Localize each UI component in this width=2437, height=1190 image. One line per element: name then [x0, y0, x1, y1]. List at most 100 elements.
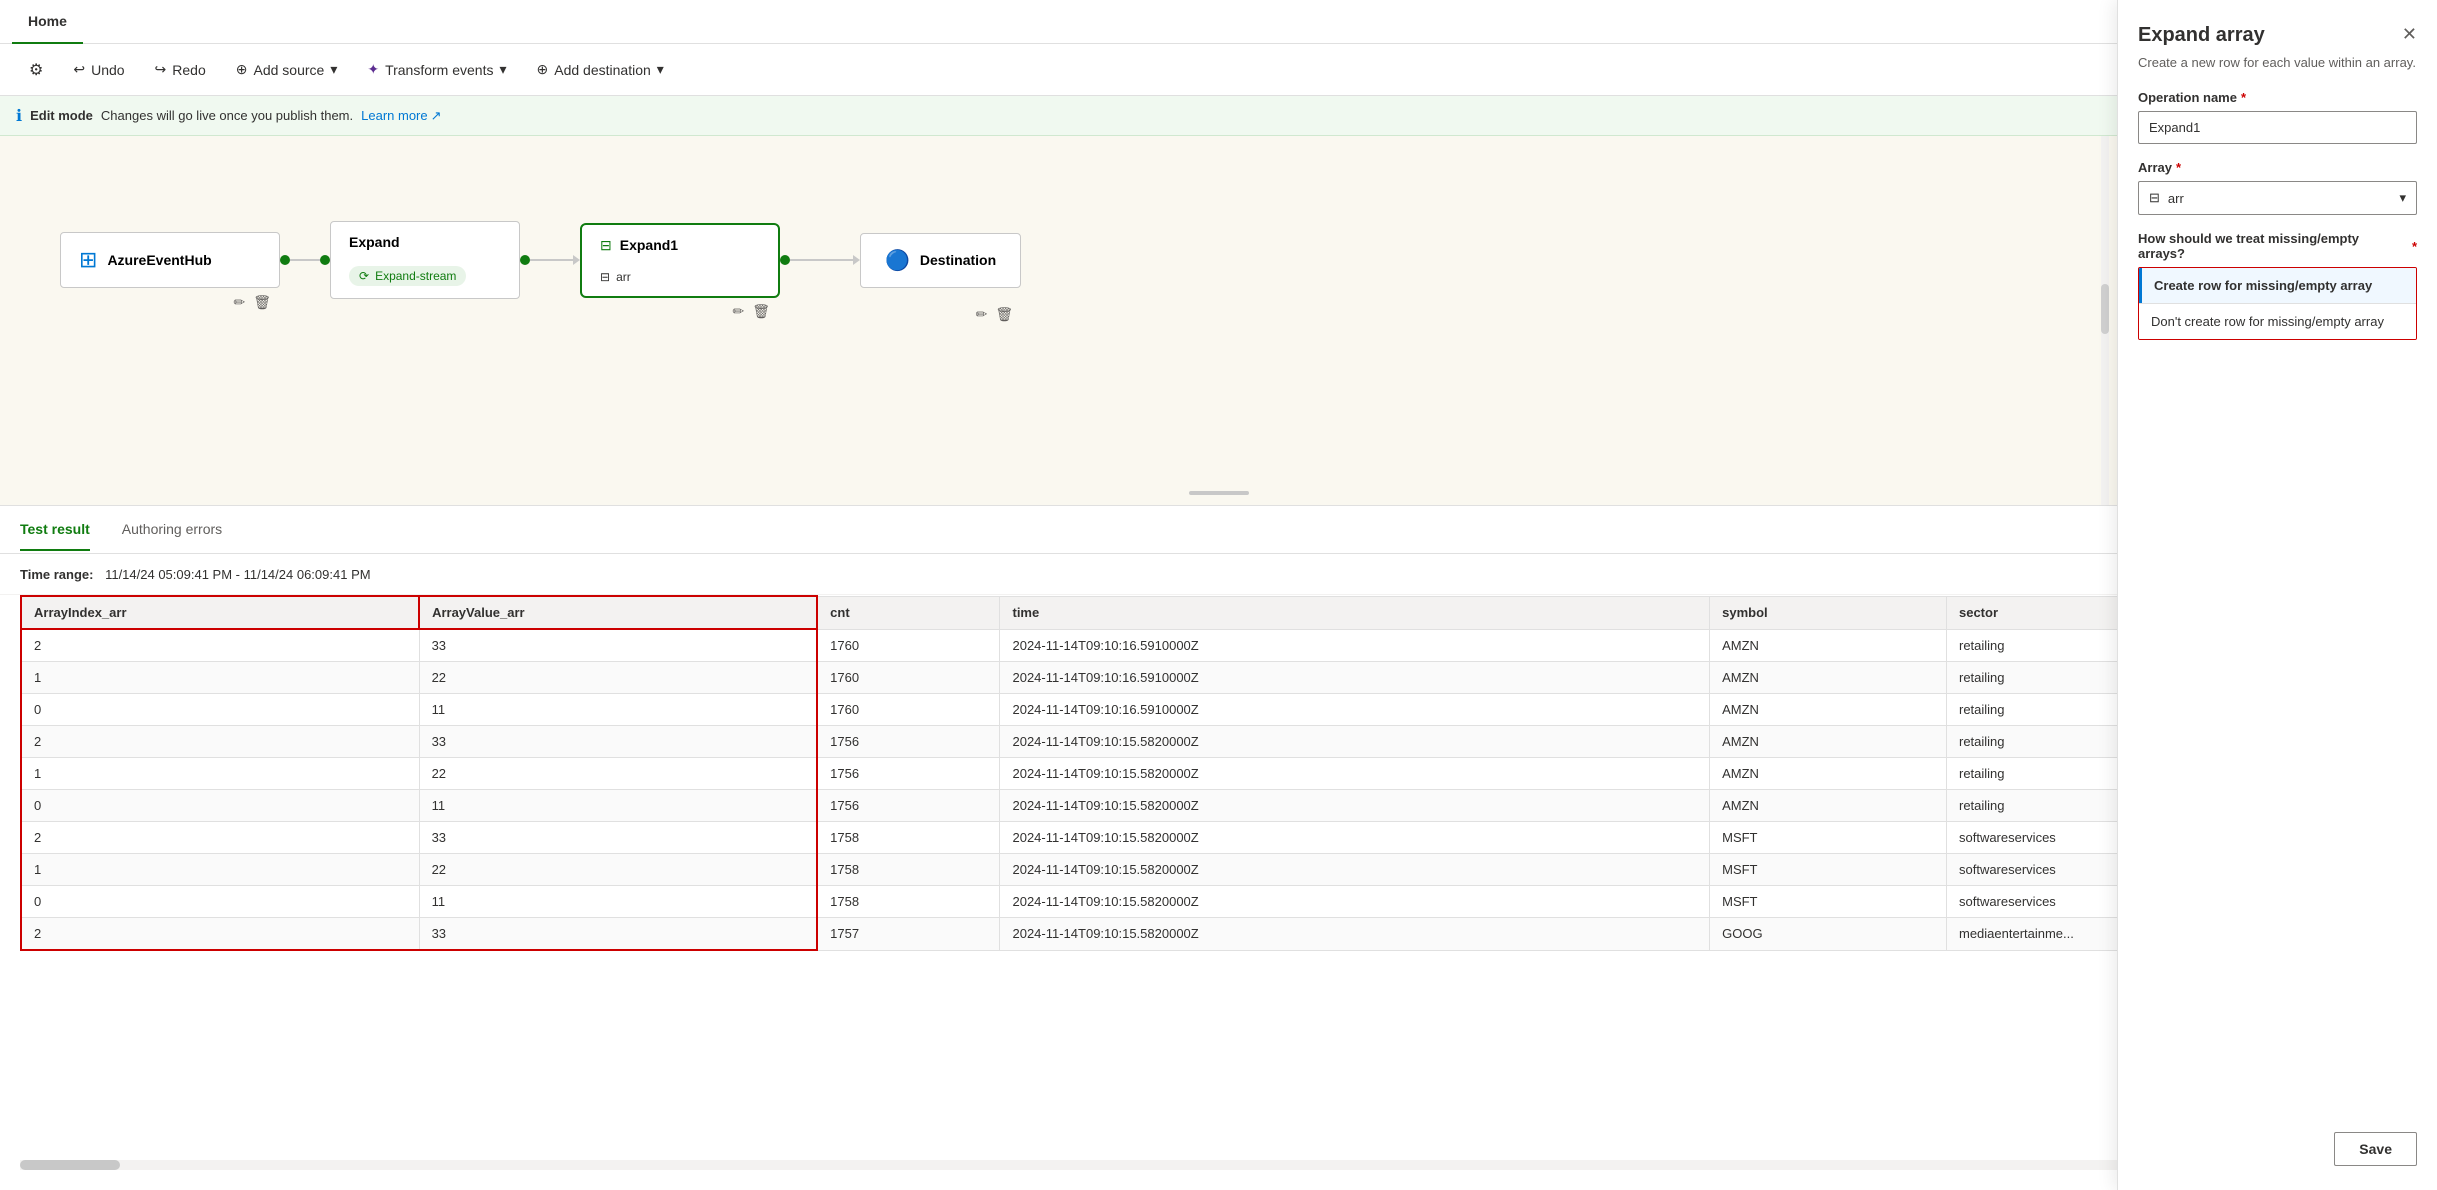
op-name-input[interactable] — [2138, 111, 2417, 144]
arr-icon: ⊟ — [600, 270, 610, 284]
tab-home[interactable]: Home — [12, 0, 83, 44]
table-cell: MSFT — [1710, 854, 1947, 886]
bottom-panel: Test result Authoring errors Last hour ▾… — [0, 506, 2437, 1190]
redo-button[interactable]: ↪ Redo — [142, 54, 219, 85]
save-button[interactable]: Save — [2334, 1132, 2417, 1166]
table-row: 23317602024-11-14T09:10:16.5910000ZAMZNr… — [21, 629, 2417, 662]
table-cell: 1760 — [817, 629, 1000, 662]
transform-events-button[interactable]: ✦ Transform events ▾ — [354, 54, 519, 85]
tabs-bar: Test result Authoring errors Last hour ▾… — [0, 506, 2437, 554]
undo-button[interactable]: ↩ Undo — [60, 54, 137, 85]
expand1-edit-btn[interactable]: ✏ — [732, 303, 744, 320]
table-row: 23317572024-11-14T09:10:15.5820000ZGOOGm… — [21, 918, 2417, 951]
missing-label: How should we treat missing/empty arrays… — [2138, 231, 2417, 261]
expand-label: Expand — [349, 234, 400, 250]
expand1-delete-btn[interactable]: 🗑 — [752, 303, 770, 320]
table-row: 12217562024-11-14T09:10:15.5820000ZAMZNr… — [21, 758, 2417, 790]
table-cell: AMZN — [1710, 662, 1947, 694]
right-panel: Expand array ✕ Create a new row for each… — [2117, 0, 2437, 1190]
info-desc: Changes will go live once you publish th… — [101, 108, 353, 123]
expand-stream-icon: ⟳ — [359, 269, 369, 283]
table-cell: 0 — [21, 694, 419, 726]
time-range-info: Time range: 11/14/24 05:09:41 PM - 11/14… — [20, 567, 371, 582]
table-cell: 2024-11-14T09:10:15.5820000Z — [1000, 758, 1710, 790]
table-cell: 1758 — [817, 886, 1000, 918]
table-cell: 2 — [21, 726, 419, 758]
panel-header: Expand array ✕ — [2138, 24, 2417, 47]
add-destination-button[interactable]: ⊕ Add destination ▾ — [524, 54, 677, 85]
table-row: 01117582024-11-14T09:10:15.5820000ZMSFTs… — [21, 886, 2417, 918]
close-button[interactable]: ✕ — [2402, 24, 2417, 45]
table-cell: 1756 — [817, 726, 1000, 758]
node-expand1[interactable]: ⊟ Expand1 ⊟ arr ✏ 🗑 — [580, 223, 780, 298]
array-dropdown[interactable]: ⊟ arr ▾ — [2138, 181, 2417, 215]
array-label: Array * — [2138, 160, 2417, 175]
table-cell: 1758 — [817, 822, 1000, 854]
canvas-area: ⊞ AzureEventHub ✏ 🗑 Expand ⟳ Expand-stre… — [0, 136, 2437, 506]
table-cell: 2024-11-14T09:10:16.5910000Z — [1000, 694, 1710, 726]
missing-arrays-group: How should we treat missing/empty arrays… — [2138, 231, 2417, 356]
settings-icon: ⚙ — [29, 60, 43, 80]
expand1-icon: ⊟ — [600, 237, 612, 254]
expand-stream-label: Expand-stream — [375, 269, 456, 283]
info-icon: ℹ — [16, 106, 22, 126]
node-destination[interactable]: 🔵 Destination ✏ 🗑 — [860, 233, 1021, 288]
table-cell: 1 — [21, 854, 419, 886]
tab-authoring-errors[interactable]: Authoring errors — [122, 509, 222, 551]
destination-icon: 🔵 — [885, 248, 910, 273]
table-cell: 1 — [21, 662, 419, 694]
panel-footer: Save — [2138, 1132, 2417, 1166]
col-time: time — [1000, 596, 1710, 629]
event-hub-edit-btn[interactable]: ✏ — [233, 294, 245, 311]
table-cell: 2024-11-14T09:10:16.5910000Z — [1000, 629, 1710, 662]
table-cell: 2 — [21, 629, 419, 662]
table-cell: 2024-11-14T09:10:16.5910000Z — [1000, 662, 1710, 694]
settings-button[interactable]: ⚙ — [16, 53, 56, 87]
event-hub-delete-btn[interactable]: 🗑 — [253, 294, 271, 311]
table-row: 12217602024-11-14T09:10:16.5910000ZAMZNr… — [21, 662, 2417, 694]
table-cell: 11 — [419, 886, 817, 918]
dest-delete-btn[interactable]: 🗑 — [995, 306, 1013, 323]
transform-icon: ✦ — [367, 61, 379, 78]
operation-name-group: Operation name * — [2138, 90, 2417, 144]
option-create-row[interactable]: Create row for missing/empty array — [2139, 268, 2416, 303]
table-row: 23317582024-11-14T09:10:15.5820000ZMSFTs… — [21, 822, 2417, 854]
event-hub-label: AzureEventHub — [107, 252, 211, 268]
info-bar: ℹ Edit mode Changes will go live once yo… — [0, 96, 2437, 136]
redo-icon: ↪ — [155, 61, 167, 78]
scroll-indicator — [1189, 491, 1249, 495]
learn-more-link[interactable]: Learn more ↗ — [361, 108, 441, 124]
table-cell: 2024-11-14T09:10:15.5820000Z — [1000, 822, 1710, 854]
table-cell: 1756 — [817, 790, 1000, 822]
add-dest-icon: ⊕ — [537, 61, 549, 78]
add-source-chevron-icon: ▾ — [330, 61, 337, 78]
node-azure-event-hub[interactable]: ⊞ AzureEventHub ✏ 🗑 — [60, 232, 280, 288]
vertical-scroll-thumb[interactable] — [2101, 284, 2109, 334]
node-expand[interactable]: Expand ⟳ Expand-stream — [330, 221, 520, 299]
table-cell: 11 — [419, 790, 817, 822]
event-hub-icon: ⊞ — [79, 247, 97, 273]
table-cell: AMZN — [1710, 790, 1947, 822]
col-arrayindex-arr: ArrayIndex_arr — [21, 596, 419, 629]
time-range-row: Time range: 11/14/24 05:09:41 PM - 11/14… — [0, 554, 2437, 595]
table-cell: 1 — [21, 758, 419, 790]
add-source-button[interactable]: ⊕ Add source ▾ — [223, 54, 351, 85]
dest-edit-btn[interactable]: ✏ — [976, 306, 988, 323]
table-cell: 1756 — [817, 758, 1000, 790]
option-dont-create[interactable]: Don't create row for missing/empty array — [2139, 304, 2416, 339]
table-cell: 2024-11-14T09:10:15.5820000Z — [1000, 854, 1710, 886]
toolbar: ⚙ ↩ Undo ↪ Redo ⊕ Add source ▾ ✦ Transfo… — [0, 44, 2437, 96]
table-cell: AMZN — [1710, 629, 1947, 662]
array-group: Array * ⊟ arr ▾ — [2138, 160, 2417, 215]
destination-label: Destination — [920, 252, 996, 268]
table-cell: 22 — [419, 662, 817, 694]
array-icon: ⊟ — [2149, 190, 2160, 206]
tab-test-result[interactable]: Test result — [20, 509, 90, 551]
table-cell: AMZN — [1710, 758, 1947, 790]
table-hscroll-thumb[interactable] — [20, 1160, 120, 1170]
table-cell: 22 — [419, 758, 817, 790]
top-bar: Home ✏ Edit ▾ — [0, 0, 2437, 44]
table-cell: 1760 — [817, 662, 1000, 694]
table-row: 01117562024-11-14T09:10:15.5820000ZAMZNr… — [21, 790, 2417, 822]
table-hscroll-track — [20, 1160, 2407, 1170]
